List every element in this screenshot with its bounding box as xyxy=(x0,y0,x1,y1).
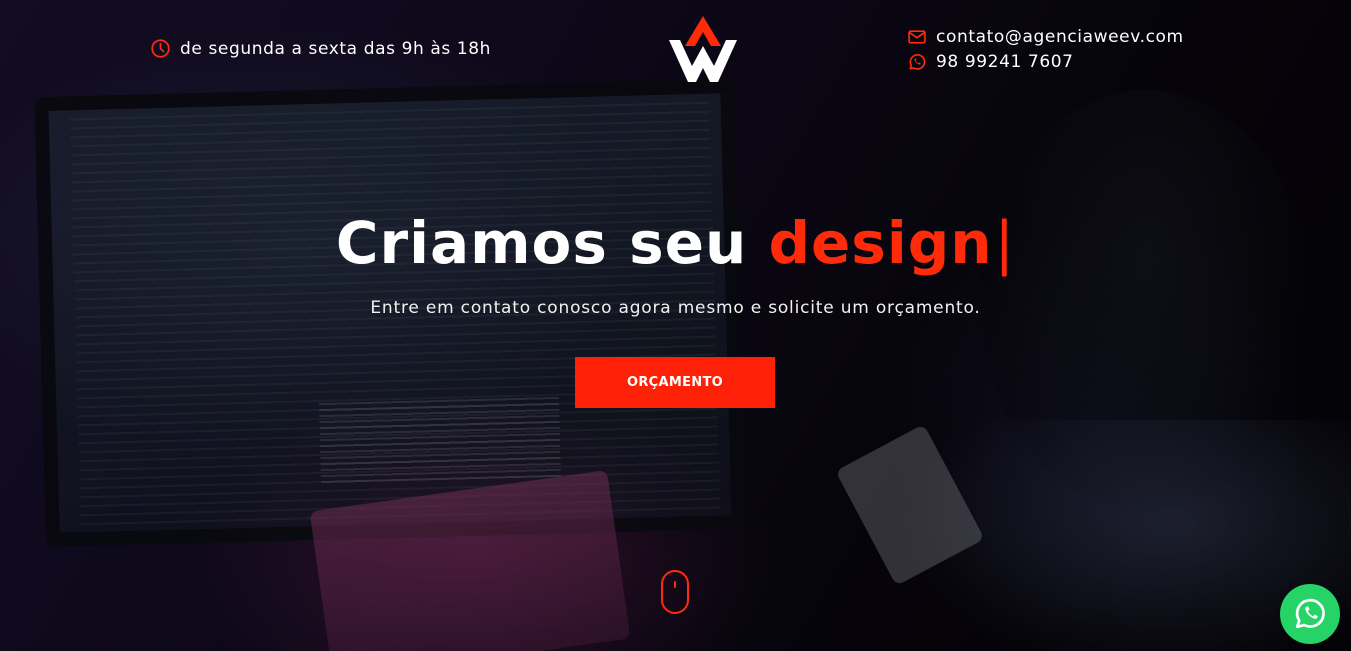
whatsapp-icon xyxy=(1295,598,1325,629)
headline-highlight: design xyxy=(768,209,993,277)
weev-logo[interactable] xyxy=(666,16,740,84)
whatsapp-icon xyxy=(909,54,926,70)
scroll-down-mouse-icon[interactable] xyxy=(661,570,689,614)
headline-prefix: Criamos seu xyxy=(335,209,769,277)
typing-cursor: | xyxy=(994,209,1016,277)
email-row[interactable]: contato@agenciaweev.com xyxy=(907,26,1184,48)
business-hours: de segunda a sexta das 9h às 18h xyxy=(150,38,491,59)
contact-info: contato@agenciaweev.com 98 99241 7607 xyxy=(907,26,1184,73)
phone-link[interactable]: 98 99241 7607 xyxy=(936,52,1074,72)
hero-headline: Criamos seu design| xyxy=(0,205,1351,281)
hero-background xyxy=(0,0,1351,651)
hero-overlay xyxy=(0,0,1351,651)
business-hours-text: de segunda a sexta das 9h às 18h xyxy=(180,38,492,59)
clock-icon xyxy=(151,39,170,58)
hero-subtitle: Entre em contato conosco agora mesmo e s… xyxy=(370,298,981,318)
email-link[interactable]: contato@agenciaweev.com xyxy=(936,27,1184,47)
mouse-wheel xyxy=(674,581,676,588)
phone-row[interactable]: 98 99241 7607 xyxy=(907,51,1184,73)
orcamento-button[interactable]: ORÇAMENTO xyxy=(575,357,775,408)
mail-icon xyxy=(908,30,926,44)
whatsapp-float-button[interactable] xyxy=(1280,584,1340,644)
